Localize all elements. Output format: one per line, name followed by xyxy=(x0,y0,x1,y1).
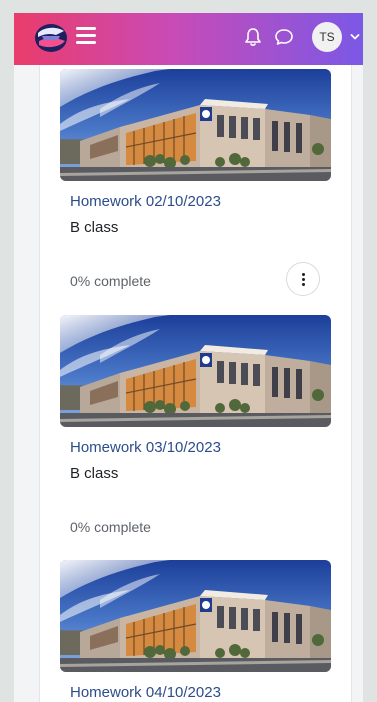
course-actions-button[interactable] xyxy=(286,262,320,296)
course-title-link[interactable]: Homework 04/10/2023 xyxy=(70,684,221,701)
course-category: B class xyxy=(70,219,119,236)
app-window: TS Homework 02/10/2023 B class 0% comple… xyxy=(14,13,363,702)
course-image[interactable] xyxy=(60,315,331,427)
user-avatar[interactable]: TS xyxy=(312,22,342,52)
course-category: B class xyxy=(70,465,119,482)
course-progress: 0% complete xyxy=(70,273,151,289)
course-title-link[interactable]: Homework 02/10/2023 xyxy=(70,193,221,210)
chevron-down-icon[interactable] xyxy=(350,33,360,41)
course-image[interactable] xyxy=(60,69,331,181)
course-list: Homework 02/10/2023 B class 0% complete … xyxy=(39,65,352,702)
course-card: Homework 02/10/2023 B class 0% complete xyxy=(60,69,331,296)
course-title-link[interactable]: Homework 03/10/2023 xyxy=(70,439,221,456)
course-progress: 0% complete xyxy=(70,519,151,535)
chat-bubble-icon[interactable] xyxy=(274,28,294,46)
course-card: Homework 03/10/2023 B class 0% complete xyxy=(60,315,331,535)
top-navbar: TS xyxy=(14,13,363,65)
course-image[interactable] xyxy=(60,560,331,672)
institution-logo-icon[interactable] xyxy=(34,23,68,53)
course-card: Homework 04/10/2023 xyxy=(60,560,331,701)
bell-icon[interactable] xyxy=(244,27,262,47)
hamburger-menu-icon[interactable] xyxy=(76,27,96,45)
